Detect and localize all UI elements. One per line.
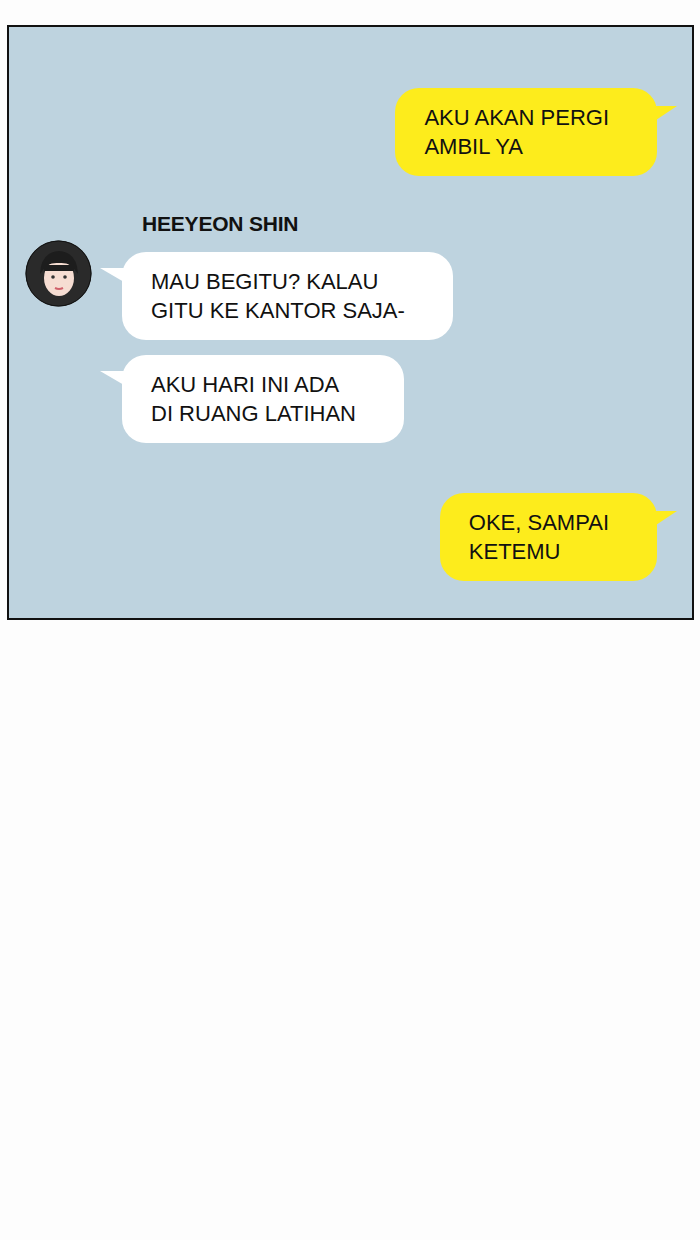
message-bubble: AKU HARI INI ADADI RUANG LATIHAN <box>122 355 404 443</box>
message-line: AKU HARI INI ADA <box>151 370 356 399</box>
chat-panel: AKU AKAN PERGIAMBIL YA HEEYEON SHIN MAU BE… <box>7 25 694 620</box>
message-line: AKU AKAN PERGI <box>424 103 609 132</box>
received-group: HEEYEON SHIN MAU BEGITU? KALAUGITU KE KAN… <box>25 212 657 443</box>
message-line: MAU BEGITU? KALAU <box>151 267 405 296</box>
message-line: DI RUANG LATIHAN <box>151 399 356 428</box>
message-bubble: OKE, SAMPAIKETEMU <box>440 493 657 581</box>
message-bubble: MAU BEGITU? KALAUGITU KE KANTOR SAJA- <box>122 252 453 340</box>
message-line: OKE, SAMPAI <box>469 508 609 537</box>
received-body: MAU BEGITU? KALAUGITU KE KANTOR SAJA- AKU… <box>25 252 657 443</box>
message-line: AMBIL YA <box>424 132 609 161</box>
message-line: GITU KE KANTOR SAJA- <box>151 296 405 325</box>
received-stack: MAU BEGITU? KALAUGITU KE KANTOR SAJA- AKU… <box>122 252 453 443</box>
message-line: KETEMU <box>469 537 609 566</box>
sender-name: HEEYEON SHIN <box>142 212 657 236</box>
sent-row: OKE, SAMPAIKETEMU <box>25 493 657 581</box>
sent-row: AKU AKAN PERGIAMBIL YA <box>25 88 657 176</box>
avatar-icon[interactable] <box>25 240 92 307</box>
message-bubble: AKU AKAN PERGIAMBIL YA <box>395 88 657 176</box>
